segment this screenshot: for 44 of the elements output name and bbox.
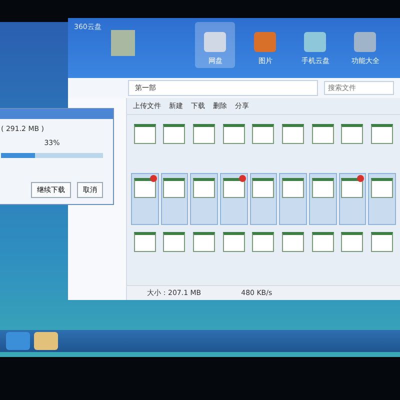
document-thumbnail [312,124,334,144]
document-thumbnail [341,124,364,144]
document-thumbnail [371,124,394,144]
document-thumbnail [282,124,304,144]
document-thumbnail [163,178,186,198]
file-tile[interactable] [250,173,278,225]
document-thumbnail [222,178,245,198]
document-thumbnail [371,232,394,252]
document-thumbnail [193,124,216,144]
document-thumbnail [163,124,186,144]
document-thumbnail [134,124,156,144]
document-thumbnail [134,232,156,252]
document-thumbnail [134,178,156,198]
document-thumbnail [193,178,216,198]
photo-placeholder [111,30,136,56]
app-icon [204,32,226,52]
file-tile[interactable] [220,173,248,225]
app-icon [254,32,276,52]
document-thumbnail [222,124,245,144]
document-thumbnail [222,232,245,252]
app-icon [304,32,326,52]
document-thumbnail [163,232,186,252]
document-thumbnail [282,178,304,198]
file-tile[interactable] [368,173,396,225]
badge-icon [357,175,364,182]
document-thumbnail [371,178,394,198]
document-thumbnail [341,232,364,252]
badge-icon [238,175,246,182]
file-tile[interactable] [308,173,337,225]
file-tile[interactable] [131,173,159,225]
app-icon [354,32,376,52]
file-tile[interactable] [190,173,218,225]
document-thumbnail [252,124,274,144]
document-thumbnail [252,178,274,198]
document-thumbnail [282,232,304,252]
file-tile[interactable] [279,173,307,225]
document-thumbnail [341,178,364,198]
badge-icon [150,175,157,182]
file-tile[interactable] [160,173,188,225]
document-thumbnail [312,178,334,198]
file-tile[interactable] [338,173,366,225]
document-thumbnail [312,232,334,252]
document-thumbnail [252,232,274,252]
document-thumbnail [193,232,216,252]
